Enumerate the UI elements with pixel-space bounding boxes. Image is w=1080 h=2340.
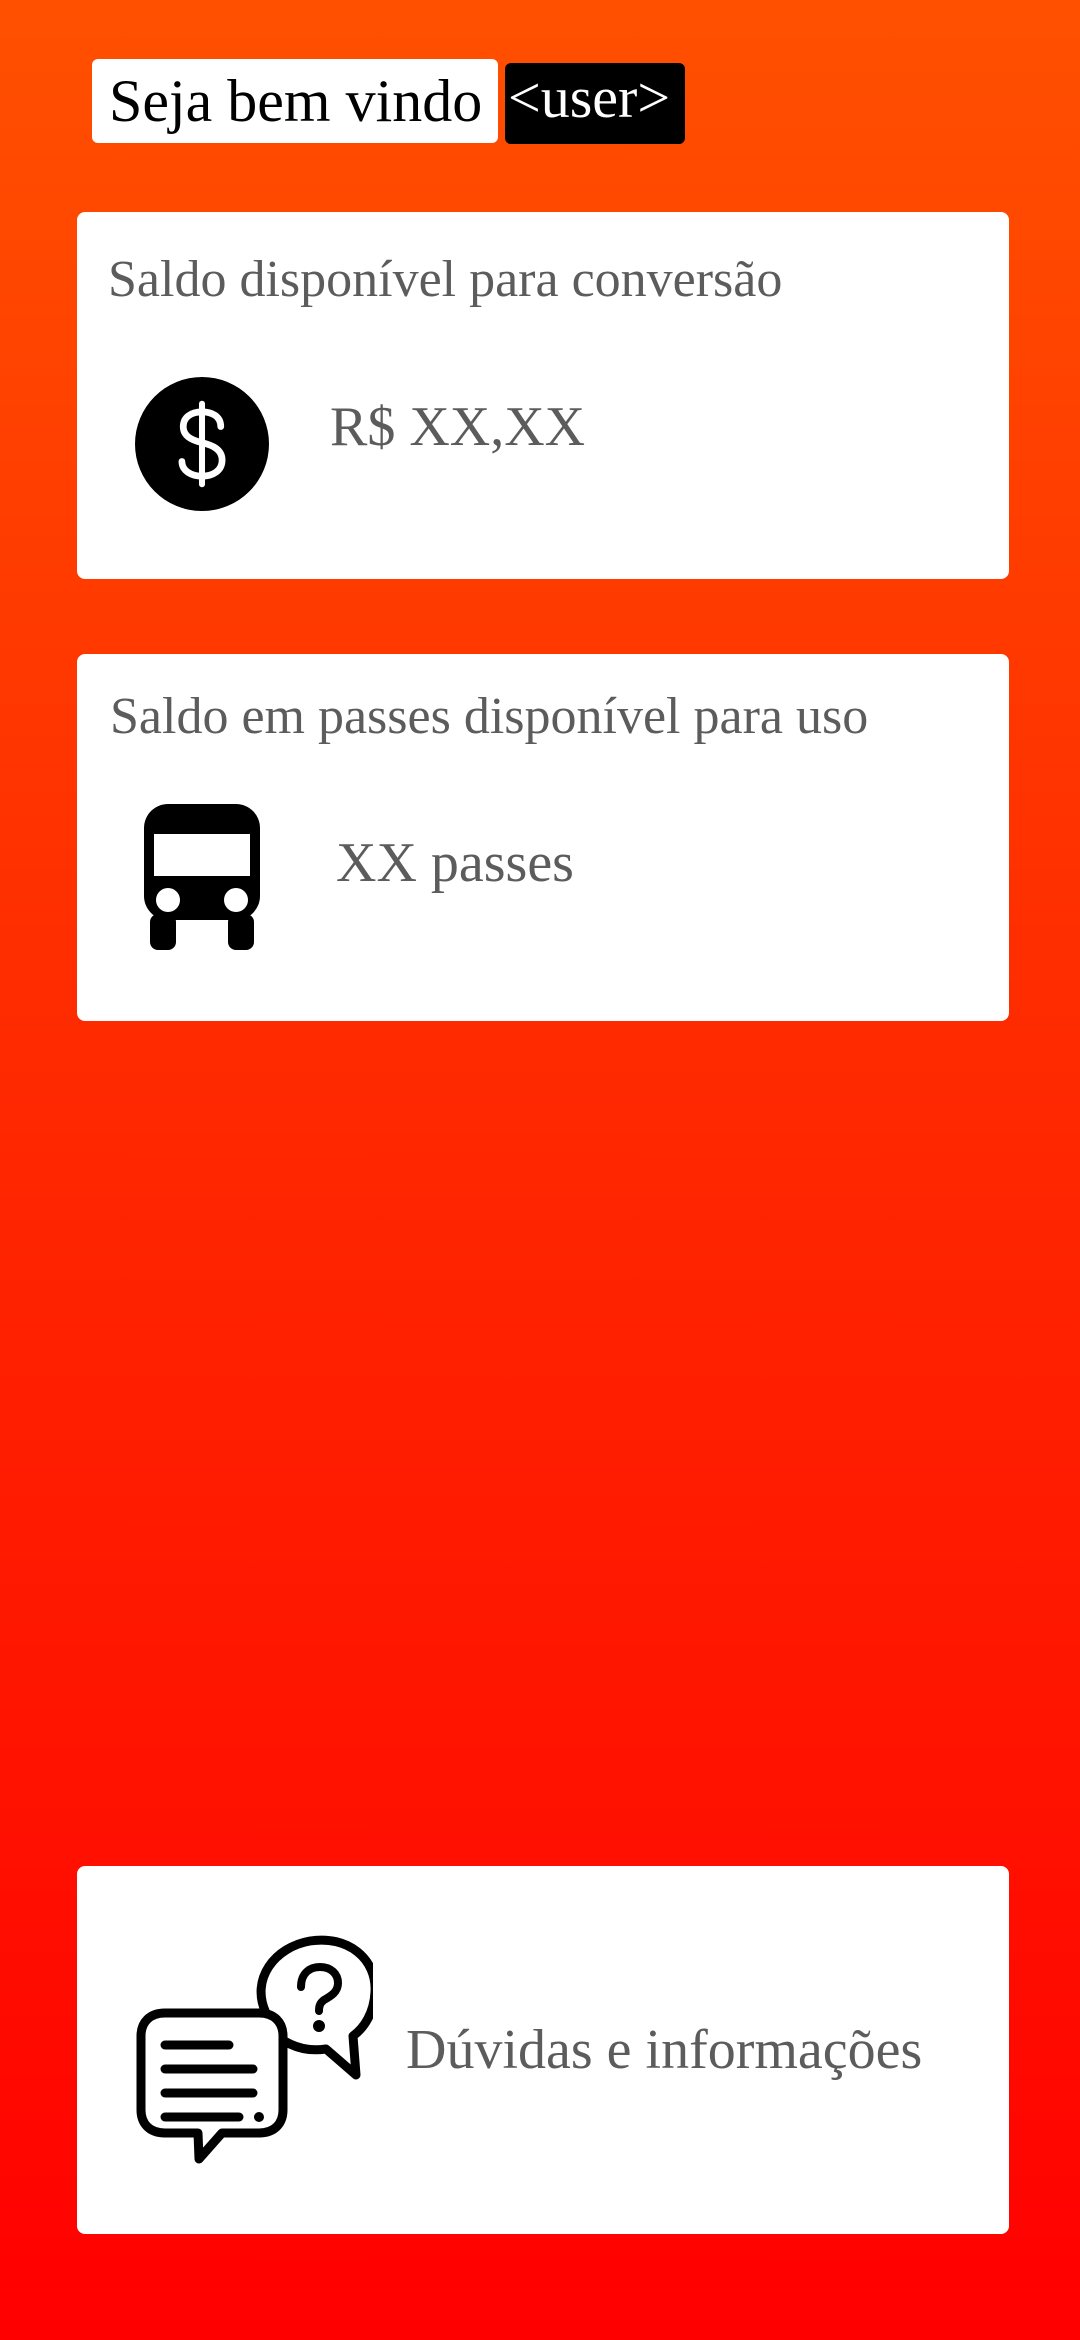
welcome-banner: Seja bem vindo: [92, 59, 498, 143]
chat-question-icon: [136, 1935, 373, 2164]
conversion-balance-title: Saldo disponível para conversão: [108, 251, 783, 308]
passes-balance-title: Saldo em passes disponível para uso: [110, 688, 869, 745]
passes-balance-card[interactable]: Saldo em passes disponível para uso XX p…: [77, 654, 1009, 1021]
welcome-text: Seja bem vindo: [109, 68, 483, 134]
user-name: <user>: [508, 65, 671, 130]
conversion-balance-card[interactable]: Saldo disponível para conversão R$ XX,XX: [77, 212, 1009, 579]
dollar-icon: [135, 377, 269, 511]
conversion-balance-value: R$ XX,XX: [330, 396, 586, 458]
help-label: Dúvidas e informações: [406, 2019, 923, 2081]
user-name-badge: <user>: [505, 63, 685, 144]
bus-icon: [144, 804, 260, 950]
passes-balance-value: XX passes: [336, 832, 574, 894]
help-card[interactable]: Dúvidas e informações: [77, 1866, 1009, 2234]
